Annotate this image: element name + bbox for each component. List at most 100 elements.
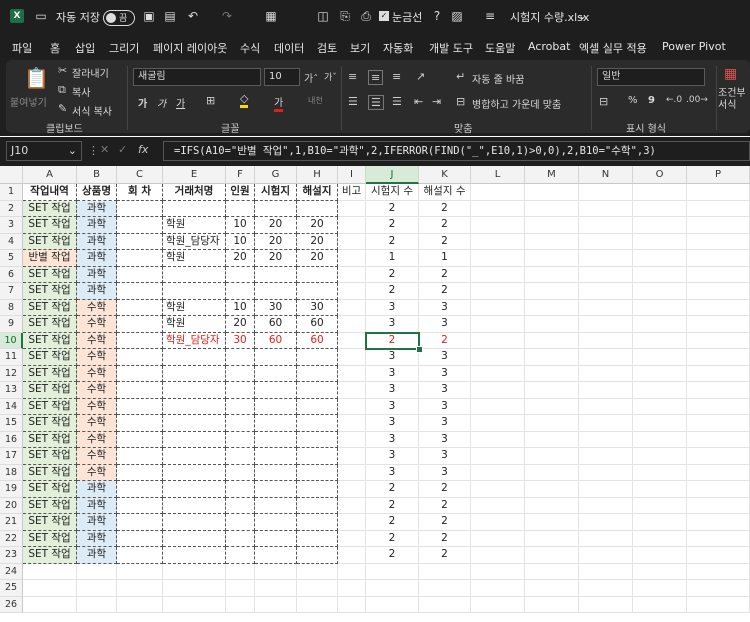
row-header[interactable]: 10	[0, 332, 23, 349]
cell-f[interactable]	[226, 563, 255, 580]
cell-k[interactable]: 3	[419, 415, 471, 432]
cell-b[interactable]: 수학	[77, 398, 117, 415]
column-header-j[interactable]: J	[366, 166, 419, 184]
wrap-text-icon[interactable]: ↵	[456, 70, 465, 83]
cell-g[interactable]	[255, 200, 297, 217]
cell-m[interactable]	[525, 382, 579, 399]
cell-c[interactable]	[117, 464, 163, 481]
column-header-c[interactable]: C	[117, 166, 163, 184]
cell-g[interactable]: 60	[255, 316, 297, 333]
row-header[interactable]: 7	[0, 283, 23, 300]
cell-k[interactable]: 3	[419, 382, 471, 399]
cell-i[interactable]	[338, 580, 366, 597]
cell-i[interactable]	[338, 233, 366, 250]
cell-l[interactable]	[471, 497, 525, 514]
cell-b[interactable]: 과학	[77, 497, 117, 514]
cell-c[interactable]	[117, 316, 163, 333]
cell-m[interactable]	[525, 580, 579, 597]
align-right-icon[interactable]: ☰	[392, 95, 402, 108]
insert-table-icon[interactable]: ▦	[264, 9, 278, 23]
bold-button[interactable]: 가	[138, 95, 147, 110]
cell-k[interactable]: 3	[419, 398, 471, 415]
cell-j[interactable]: 2	[366, 514, 419, 531]
cell-n[interactable]	[579, 448, 633, 465]
cell-c[interactable]	[117, 332, 163, 349]
cell-a[interactable]: SET 작업	[23, 316, 77, 333]
row-header[interactable]: 23	[0, 547, 23, 564]
cell-o[interactable]	[633, 382, 687, 399]
cell-e[interactable]: 거래처명	[163, 184, 226, 201]
cell-a[interactable]: SET 작업	[23, 514, 77, 531]
cell-o[interactable]	[633, 266, 687, 283]
cell-n[interactable]	[579, 217, 633, 234]
decrease-decimal-icon[interactable]: .00→	[686, 95, 708, 105]
cell-e[interactable]: 학원	[163, 250, 226, 267]
cell-l[interactable]	[471, 283, 525, 300]
cell-b[interactable]: 과학	[77, 266, 117, 283]
cell-o[interactable]	[633, 448, 687, 465]
cell-p[interactable]	[687, 431, 750, 448]
cell-b[interactable]: 과학	[77, 283, 117, 300]
cell-j[interactable]: 3	[366, 464, 419, 481]
cell-l[interactable]	[471, 398, 525, 415]
cell-g[interactable]	[255, 547, 297, 564]
row-header[interactable]: 25	[0, 580, 23, 597]
cell-h[interactable]	[297, 563, 338, 580]
cell-m[interactable]	[525, 266, 579, 283]
cell-m[interactable]	[525, 530, 579, 547]
row-header[interactable]: 21	[0, 514, 23, 531]
phonetic-button[interactable]: 내천	[308, 95, 323, 106]
cell-k[interactable]	[419, 580, 471, 597]
cell-l[interactable]	[471, 431, 525, 448]
cell-a[interactable]: SET 작업	[23, 382, 77, 399]
cell-h[interactable]: 20	[297, 233, 338, 250]
borders-icon[interactable]: ⊞	[206, 94, 215, 107]
cell-k[interactable]: 2	[419, 514, 471, 531]
row-header[interactable]: 12	[0, 365, 23, 382]
cell-c[interactable]	[117, 299, 163, 316]
row-header[interactable]: 2	[0, 200, 23, 217]
cut-icon[interactable]: ✂	[58, 64, 67, 77]
enter-icon[interactable]: ✓	[118, 143, 127, 156]
tab-draw[interactable]: 그리기	[109, 40, 139, 56]
cell-j[interactable]: 3	[366, 365, 419, 382]
cell-e[interactable]	[163, 431, 226, 448]
cell-i[interactable]	[338, 497, 366, 514]
cell-h[interactable]	[297, 398, 338, 415]
cell-i[interactable]	[338, 266, 366, 283]
row-header[interactable]: 13	[0, 382, 23, 399]
cell-g[interactable]	[255, 596, 297, 613]
cell-l[interactable]	[471, 266, 525, 283]
cell-p[interactable]	[687, 497, 750, 514]
cell-c[interactable]	[117, 596, 163, 613]
cell-g[interactable]	[255, 514, 297, 531]
row-header[interactable]: 20	[0, 497, 23, 514]
cell-a[interactable]: SET 작업	[23, 299, 77, 316]
cell-n[interactable]	[579, 530, 633, 547]
font-name-select[interactable]: 새굴림	[133, 68, 261, 86]
cell-h[interactable]	[297, 580, 338, 597]
cell-o[interactable]	[633, 580, 687, 597]
cell-f[interactable]	[226, 448, 255, 465]
cell-m[interactable]	[525, 415, 579, 432]
cell-p[interactable]	[687, 596, 750, 613]
insert-function-icon[interactable]: fx	[138, 143, 148, 156]
cell-a[interactable]: SET 작업	[23, 283, 77, 300]
cell-i[interactable]	[338, 316, 366, 333]
cell-h[interactable]: 60	[297, 316, 338, 333]
row-header[interactable]: 22	[0, 530, 23, 547]
cell-g[interactable]	[255, 415, 297, 432]
cell-o[interactable]	[633, 200, 687, 217]
cell-j[interactable]: 1	[366, 250, 419, 267]
cell-l[interactable]	[471, 464, 525, 481]
merge-center-icon[interactable]: ⊟	[456, 95, 465, 108]
tab-help[interactable]: 도움말	[485, 40, 515, 56]
cell-f[interactable]	[226, 365, 255, 382]
cell-o[interactable]	[633, 217, 687, 234]
cell-e[interactable]: 학원	[163, 299, 226, 316]
cell-c[interactable]	[117, 431, 163, 448]
cell-l[interactable]	[471, 481, 525, 498]
cell-o[interactable]	[633, 299, 687, 316]
tab-view[interactable]: 보기	[350, 40, 370, 56]
orientation-icon[interactable]: ↗	[416, 70, 425, 83]
